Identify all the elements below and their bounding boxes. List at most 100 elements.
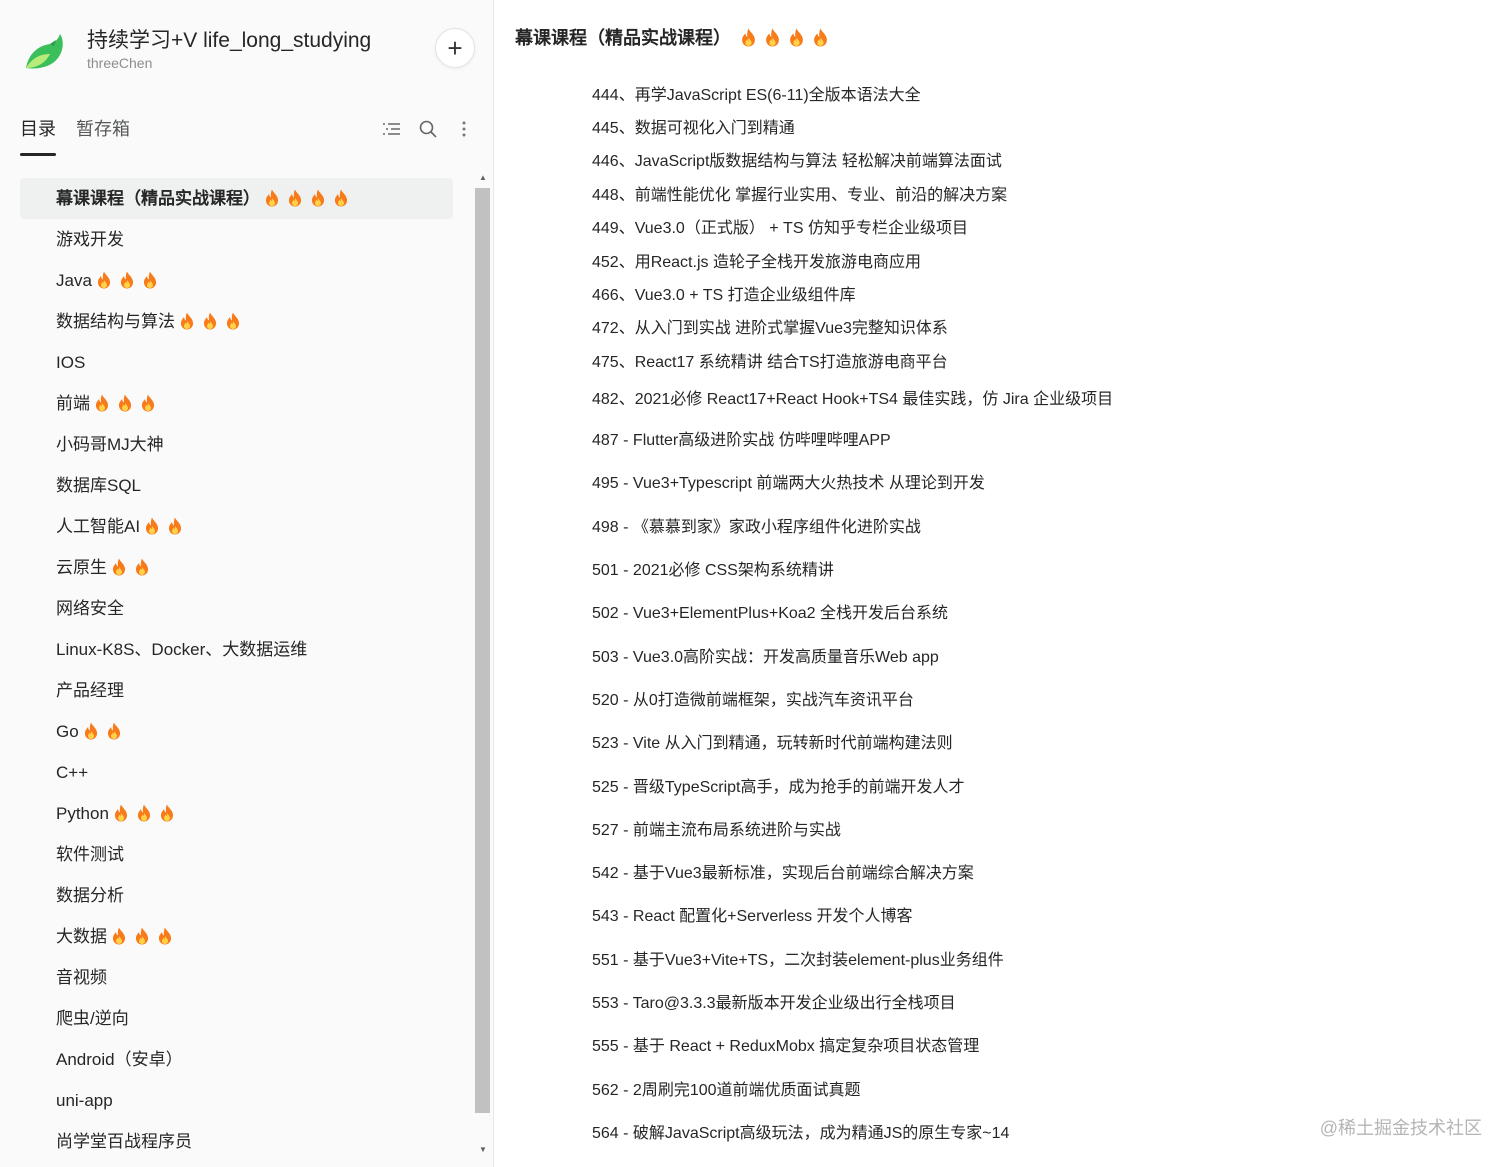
fire-icon <box>160 804 173 822</box>
course-item[interactable]: 553 - Taro@3.3.3最新版本开发企业级出行全栈项目 <box>592 979 1472 1022</box>
toc-item[interactable]: Linux-K8S、Docker、大数据运维 <box>20 629 453 670</box>
course-item[interactable]: 527 - 前端主流布局系统进阶与实战 <box>592 806 1472 849</box>
toc-item[interactable]: uni-app <box>20 1080 453 1121</box>
fire-icon <box>107 722 120 740</box>
course-item[interactable]: 482、2021必修 React17+React Hook+TS4 最佳实践，仿… <box>592 377 1472 417</box>
toc-item[interactable]: Go <box>20 711 453 752</box>
tab-catalog[interactable]: 目录 <box>20 116 56 156</box>
course-item[interactable]: 525 - 晋级TypeScript高手，成为抢手的前端开发人才 <box>592 763 1472 806</box>
document-title-text: 幕课课程（精品实战课程） <box>515 28 731 48</box>
toc-item[interactable]: 游戏开发 <box>20 219 453 260</box>
course-item[interactable]: 502 - Vue3+ElementPlus+Koa2 全栈开发后台系统 <box>592 590 1472 633</box>
course-item[interactable]: 555 - 基于 React + ReduxMobx 搞定复杂项目状态管理 <box>592 1023 1472 1066</box>
fire-icon <box>112 927 126 945</box>
toc-item[interactable]: 爬虫/逆向 <box>20 998 453 1039</box>
list-icon[interactable] <box>381 118 403 140</box>
toc-item[interactable]: IOS <box>20 342 453 383</box>
course-item[interactable]: 446、JavaScript版数据结构与算法 轻松解决前端算法面试 <box>592 143 1472 176</box>
course-item[interactable]: 475、React17 系统精讲 结合TS打造旅游电商平台 <box>592 343 1472 376</box>
fire-icon <box>137 804 150 822</box>
title-fire-icons <box>740 28 836 50</box>
toc-item[interactable]: Android（安卓） <box>20 1039 453 1080</box>
fire-icon <box>143 271 156 289</box>
course-item[interactable]: 495 - Vue3+Typescript 前端两大火热技术 从理论到开发 <box>592 460 1472 503</box>
course-item[interactable]: 543 - React 配置化+Serverless 开发个人博客 <box>592 893 1472 936</box>
toc-item-label: 云原生 <box>56 558 107 577</box>
document-content: 幕课课程（精品实战课程） 444、再学JavaScript ES(6-11)全版… <box>495 0 1512 1167</box>
course-item[interactable]: 449、Vue3.0（正式版） + TS 仿知乎专栏企业级项目 <box>592 210 1472 243</box>
course-item[interactable]: 498 - 《慕慕到家》家政小程序组件化进阶实战 <box>592 503 1472 546</box>
course-item[interactable]: 445、数据可视化入门到精通 <box>592 109 1472 142</box>
toc-item[interactable]: 软件测试 <box>20 834 453 875</box>
sidebar-scrollbar[interactable]: ▲ ▼ <box>473 168 493 1158</box>
bird-logo-icon[interactable] <box>20 28 68 76</box>
fire-icon <box>203 312 217 330</box>
fire-icon <box>814 28 827 47</box>
knowledge-base-owner[interactable]: threeChen <box>87 55 152 71</box>
search-icon[interactable] <box>417 118 439 140</box>
add-button[interactable]: + <box>435 28 475 68</box>
course-item[interactable]: 487 - Flutter高级进阶实战 仿哔哩哔哩APP <box>592 417 1472 460</box>
course-item[interactable]: 520 - 从0打造微前端框架，实战汽车资讯平台 <box>592 676 1472 719</box>
fire-icon <box>180 312 194 330</box>
scroll-up-arrow-icon[interactable]: ▲ <box>473 168 493 186</box>
fire-icons <box>96 261 165 302</box>
fire-icon <box>97 271 110 289</box>
fire-icon <box>311 189 325 207</box>
toc-item-label: Android（安卓） <box>56 1050 183 1069</box>
course-item[interactable]: 472、从入门到实战 进阶式掌握Vue3完整知识体系 <box>592 310 1472 343</box>
toc-item[interactable]: 尚学堂百战程序员 <box>20 1121 453 1162</box>
toc-item-label: uni-app <box>56 1091 113 1110</box>
fire-icon <box>112 558 126 576</box>
fire-icon <box>84 722 97 740</box>
toc-item[interactable]: 音视频 <box>20 957 453 998</box>
toc-item[interactable]: 小码哥MJ大神 <box>20 424 453 465</box>
toc-item[interactable]: 数据库SQL <box>20 465 453 506</box>
fire-icon <box>158 927 172 945</box>
tab-staging[interactable]: 暂存箱 <box>76 116 130 156</box>
toc-item[interactable]: 网络安全 <box>20 588 453 629</box>
scroll-down-arrow-icon[interactable]: ▼ <box>473 1140 493 1158</box>
toc-item[interactable]: 前端 <box>20 383 453 424</box>
toc-item[interactable]: Java <box>20 260 453 301</box>
toc-item[interactable]: 幕课课程（精品实战课程） <box>20 178 453 219</box>
fire-icon <box>766 28 779 47</box>
toc-item[interactable]: 云原生 <box>20 547 453 588</box>
fire-icons <box>111 917 180 958</box>
toc-item[interactable]: 数据结构与算法 <box>20 301 453 342</box>
knowledge-base-title[interactable]: 持续学习+V life_long_studying <box>87 24 371 54</box>
toc-item-label: Python <box>56 804 109 823</box>
fire-icons <box>83 712 129 753</box>
course-item[interactable]: 466、Vue3.0 + TS 打造企业级组件库 <box>592 276 1472 309</box>
course-item[interactable]: 542 - 基于Vue3最新标准，实现后台前端综合解决方案 <box>592 849 1472 892</box>
toc-item[interactable]: Python <box>20 793 453 834</box>
toc-item[interactable]: 大数据 <box>20 916 453 957</box>
course-item[interactable]: 448、前端性能优化 掌握行业实用、专业、前沿的解决方案 <box>592 176 1472 209</box>
knowledge-base-header: 持续学习+V life_long_studying threeChen + <box>20 22 480 82</box>
course-item[interactable]: 452、用React.js 造轮子全栈开发旅游电商应用 <box>592 243 1472 276</box>
course-item[interactable]: 523 - Vite 从入门到精通，玩转新时代前端构建法则 <box>592 720 1472 763</box>
toc-item[interactable]: 人工智能AI <box>20 506 453 547</box>
sidebar-tools <box>381 118 475 140</box>
toc-item-label: Linux-K8S、Docker、大数据运维 <box>56 640 308 659</box>
toc-item[interactable]: 数据分析 <box>20 875 453 916</box>
course-item[interactable]: 503 - Vue3.0高阶实战：开发高质量音乐Web app <box>592 633 1472 676</box>
course-item[interactable]: 551 - 基于Vue3+Vite+TS，二次封装element-plus业务组… <box>592 936 1472 979</box>
course-item[interactable]: 501 - 2021必修 CSS架构系统精讲 <box>592 546 1472 589</box>
course-item[interactable]: 444、再学JavaScript ES(6-11)全版本语法大全 <box>592 76 1472 109</box>
fire-icon <box>95 394 109 412</box>
toc-item-label: 网络安全 <box>56 599 124 618</box>
fire-icon <box>114 804 127 822</box>
course-item[interactable]: 562 - 2周刷完100道前端优质面试真题 <box>592 1066 1472 1109</box>
fire-icon <box>120 271 133 289</box>
sidebar: 持续学习+V life_long_studying threeChen + 目录… <box>0 0 494 1167</box>
toc-item-label: C++ <box>56 763 89 782</box>
toc-item[interactable]: C++ <box>20 752 453 793</box>
toc-item[interactable]: 产品经理 <box>20 670 453 711</box>
toc-item-label: 幕课课程（精品实战课程） <box>56 189 260 208</box>
toc-item-label: Go <box>56 722 79 741</box>
scrollbar-thumb[interactable] <box>475 188 490 1113</box>
toc-item-label: 尚学堂百战程序员 <box>56 1132 192 1151</box>
fire-icon <box>169 517 182 535</box>
more-vertical-icon[interactable] <box>453 118 475 140</box>
